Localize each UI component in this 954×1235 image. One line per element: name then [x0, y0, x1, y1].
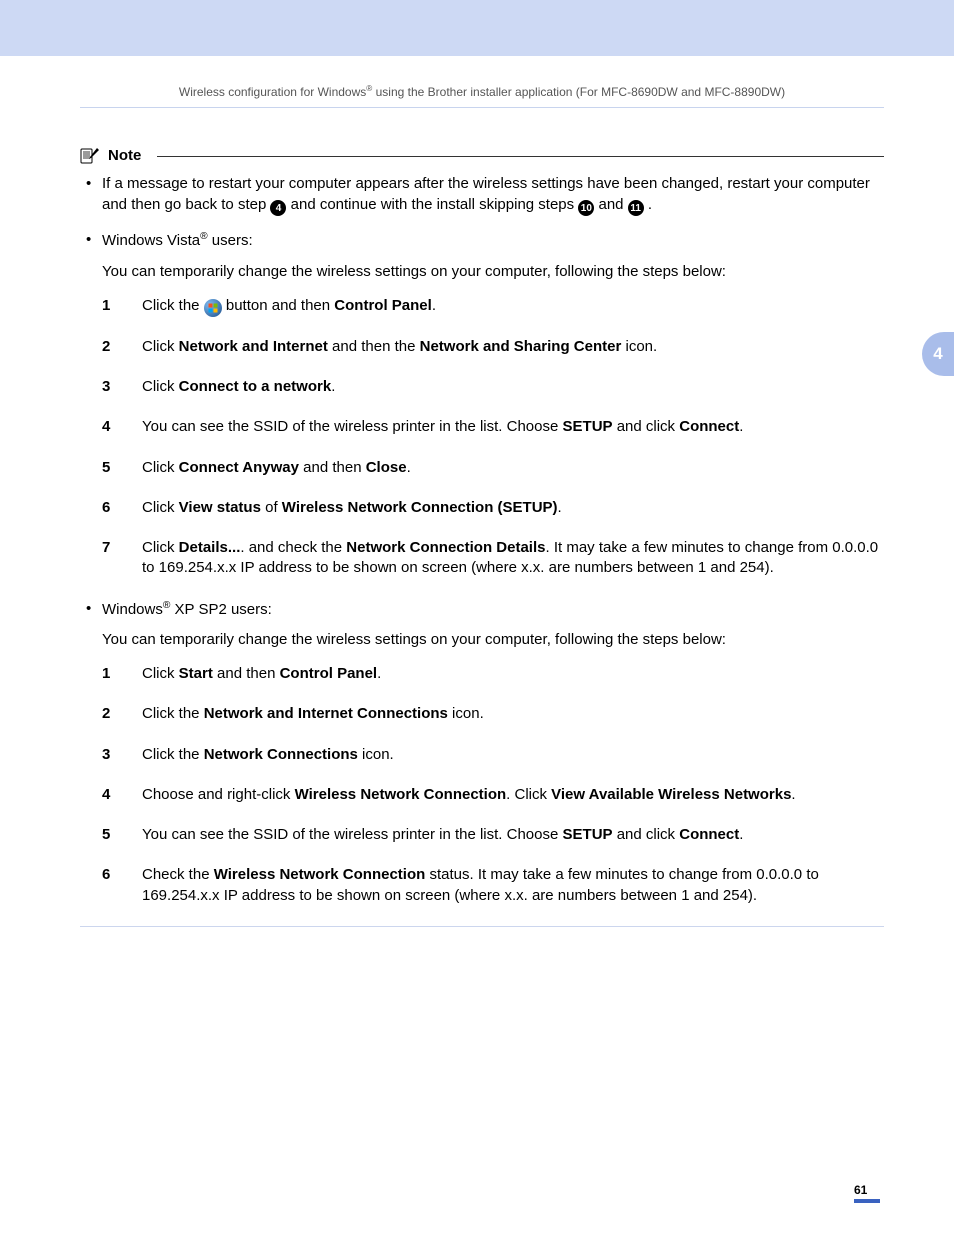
- list-item: 2Click Network and Internet and then the…: [102, 337, 884, 357]
- list-item: 2Click the Network and Internet Connecti…: [102, 704, 884, 724]
- text: and continue with the install skipping s…: [291, 196, 579, 213]
- note-rule: [157, 156, 884, 157]
- text: users:: [208, 232, 253, 249]
- list-item: 7Click Details.... and check the Network…: [102, 538, 884, 579]
- note-label: Note: [108, 146, 141, 166]
- text: .: [648, 196, 652, 213]
- list-item: 5You can see the SSID of the wireless pr…: [102, 825, 884, 845]
- top-banner: [0, 0, 954, 56]
- list-item: Windows® XP SP2 users: You can temporari…: [84, 599, 884, 906]
- step-number: 1: [102, 296, 116, 317]
- page-content: Note If a message to restart your comput…: [0, 108, 954, 927]
- list-item: 5Click Connect Anyway and then Close.: [102, 458, 884, 478]
- running-header-post: using the Brother installer application …: [372, 85, 785, 99]
- registered-mark: ®: [200, 231, 208, 242]
- note-pencil-icon: [80, 147, 100, 165]
- windows-orb-icon: [204, 299, 222, 317]
- list-item: 1Click Start and then Control Panel.: [102, 664, 884, 684]
- running-header-pre: Wireless configuration for Windows: [179, 85, 366, 99]
- list-item: 4Choose and right-click Wireless Network…: [102, 785, 884, 805]
- text: XP SP2 users:: [170, 601, 271, 618]
- list-item: 1 Click the button and then Control Pane…: [102, 296, 884, 317]
- vista-steps: 1 Click the button and then Control Pane…: [102, 296, 884, 579]
- note-header: Note: [80, 146, 884, 166]
- list-item: 4You can see the SSID of the wireless pr…: [102, 417, 884, 437]
- running-header: Wireless configuration for Windows® usin…: [80, 56, 884, 108]
- list-item: Windows Vista® users: You can temporaril…: [84, 230, 884, 578]
- section-end-rule: [80, 926, 884, 927]
- step-text: Click the button and then Control Panel.: [142, 296, 884, 317]
- text: and: [599, 196, 628, 213]
- text: Windows Vista: [102, 232, 200, 249]
- list-item: 3Click Connect to a network.: [102, 377, 884, 397]
- list-item: 6Click View status of Wireless Network C…: [102, 498, 884, 518]
- page-number-underline: [854, 1199, 880, 1203]
- step-ref-icon: 4: [270, 200, 286, 216]
- page-number: 61: [854, 1183, 880, 1203]
- text: Windows: [102, 601, 163, 618]
- list-item: If a message to restart your computer ap…: [84, 174, 884, 216]
- note-bullets: If a message to restart your computer ap…: [80, 174, 884, 906]
- xp-steps: 1Click Start and then Control Panel. 2Cl…: [102, 664, 884, 906]
- xp-intro: You can temporarily change the wireless …: [102, 630, 884, 650]
- list-item: 6Check the Wireless Network Connection s…: [102, 865, 884, 906]
- vista-intro: You can temporarily change the wireless …: [102, 262, 884, 282]
- step-ref-icon: 10: [578, 200, 594, 216]
- step-ref-icon: 11: [628, 200, 644, 216]
- list-item: 3Click the Network Connections icon.: [102, 745, 884, 765]
